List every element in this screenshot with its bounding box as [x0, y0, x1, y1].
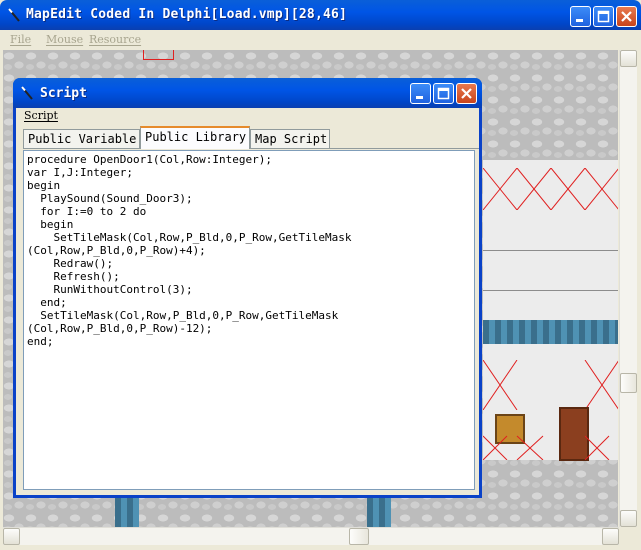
close-button[interactable] [616, 6, 637, 27]
close-icon [461, 88, 472, 99]
script-minimize-button[interactable] [410, 83, 431, 104]
map-wall-trim [483, 320, 618, 344]
tab-public-library[interactable]: Public Library [140, 126, 250, 149]
minimize-icon [576, 19, 583, 22]
script-code[interactable]: procedure OpenDoor1(Col,Row:Integer); va… [24, 151, 474, 348]
script-window: Script Script Public Variable Public Lib… [13, 78, 482, 498]
scroll-left-button[interactable] [3, 528, 20, 545]
script-code-editor[interactable]: procedure OpenDoor1(Col,Row:Integer); va… [23, 150, 475, 490]
script-titlebar[interactable]: Script [13, 78, 482, 108]
wand-icon [8, 8, 20, 22]
map-selection-marker [143, 50, 174, 60]
map-pillar [115, 496, 139, 527]
map-floor-line [483, 290, 618, 291]
maximize-icon [437, 87, 450, 100]
close-icon [621, 11, 632, 22]
script-close-button[interactable] [456, 83, 477, 104]
script-menubar: Script [16, 108, 479, 126]
scroll-down-button[interactable] [620, 510, 637, 527]
vertical-scrollbar[interactable] [619, 50, 637, 527]
horizontal-scrollbar[interactable] [3, 527, 619, 545]
horizontal-scroll-thumb[interactable] [349, 528, 369, 545]
scroll-up-button[interactable] [620, 50, 637, 67]
menu-mouse[interactable]: Mouse [46, 33, 83, 46]
menu-script[interactable]: Script [24, 109, 58, 122]
map-marker-grid [483, 360, 618, 410]
scroll-right-button[interactable] [602, 528, 619, 545]
maximize-icon [597, 10, 610, 23]
map-pillar [367, 496, 391, 527]
window-title: MapEdit Coded In Delphi[Load.vmp][28,46] [26, 7, 348, 22]
menu-file[interactable]: File [10, 33, 31, 46]
map-floor-line [483, 250, 618, 251]
main-titlebar[interactable]: MapEdit Coded In Delphi[Load.vmp][28,46] [0, 0, 641, 30]
wand-icon [21, 86, 33, 100]
script-maximize-button[interactable] [433, 83, 454, 104]
tab-map-script[interactable]: Map Script [250, 129, 330, 148]
scrollbar-corner [619, 527, 636, 544]
tab-public-variable[interactable]: Public Variable [23, 129, 140, 148]
menu-resource[interactable]: Resource [89, 33, 141, 46]
map-marker-grid [483, 168, 618, 210]
main-menubar: File Mouse Resource [0, 30, 641, 50]
minimize-button[interactable] [570, 6, 591, 27]
map-marker-grid [483, 435, 610, 460]
vertical-scroll-thumb[interactable] [620, 373, 637, 393]
script-tabstrip: Public Variable Public Library Map Scrip… [23, 126, 479, 149]
minimize-icon [416, 96, 423, 99]
script-window-title: Script [40, 86, 87, 101]
maximize-button[interactable] [593, 6, 614, 27]
